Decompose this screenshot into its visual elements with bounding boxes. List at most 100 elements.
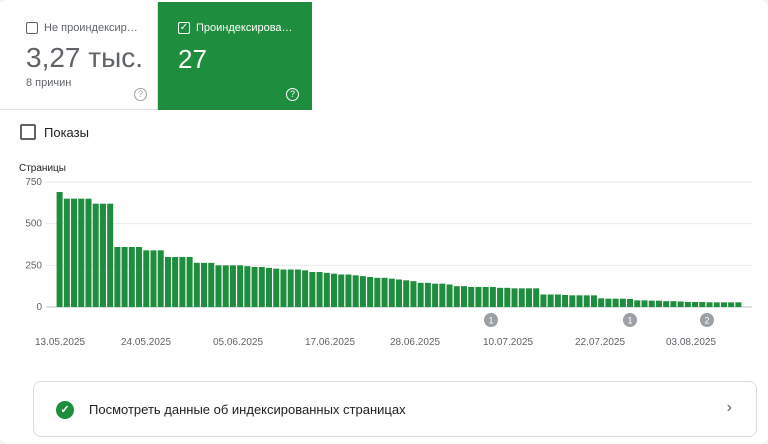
bar — [598, 298, 605, 307]
bar — [590, 295, 597, 307]
y-tick-label: 500 — [25, 219, 42, 230]
bar — [446, 284, 453, 307]
bar — [648, 300, 655, 307]
impressions-checkbox[interactable] — [20, 124, 36, 140]
bar — [222, 265, 229, 307]
help-icon[interactable]: ? — [134, 88, 147, 101]
bar — [63, 198, 70, 307]
bar — [287, 269, 294, 307]
y-tick-label: 0 — [36, 302, 42, 313]
x-tick-label: 10.07.2025 — [483, 337, 533, 348]
bar — [403, 280, 410, 307]
x-tick-label: 28.06.2025 — [390, 337, 440, 348]
bar — [612, 298, 619, 307]
y-tick-labels: 750 500 250 0 — [25, 177, 42, 313]
bar — [56, 192, 63, 307]
index-coverage-card: Не проиндексир… 3,27 тыс. 8 причин ? ✓ П… — [0, 0, 768, 444]
bar — [381, 277, 388, 307]
x-tick-label: 05.06.2025 — [213, 337, 263, 348]
x-tick-label: 03.08.2025 — [666, 337, 716, 348]
bar — [634, 300, 641, 307]
bar — [497, 287, 504, 307]
view-indexed-pages-link[interactable]: ✓ Посмотреть данные об индексированных с… — [33, 381, 757, 437]
bar — [121, 247, 128, 307]
indexed-count: 27 — [178, 44, 207, 74]
bar — [684, 302, 691, 307]
impressions-label: Показы — [44, 124, 89, 140]
bar — [99, 203, 106, 307]
bar — [114, 247, 121, 307]
bar — [540, 294, 547, 307]
bar — [511, 288, 518, 307]
bar — [562, 295, 569, 307]
bar — [504, 287, 511, 307]
bar — [309, 272, 316, 307]
bar — [518, 288, 525, 307]
bar — [367, 277, 374, 307]
bar — [345, 274, 352, 307]
bar — [107, 203, 114, 307]
x-tick-label: 17.06.2025 — [305, 337, 355, 348]
bar — [266, 267, 273, 307]
bar — [432, 283, 439, 307]
bar — [92, 203, 99, 307]
bar — [395, 279, 403, 307]
bar — [251, 267, 258, 307]
bar — [699, 302, 706, 307]
bar — [735, 302, 742, 307]
indexed-pages-tile[interactable]: ✓ Проиндексирова… 27 ? — [158, 2, 312, 110]
bar — [482, 287, 489, 307]
bar — [706, 302, 713, 307]
unindexed-tile-header: Не проиндексир… — [26, 22, 138, 34]
annotation-marker[interactable]: 1 — [623, 313, 637, 327]
bar — [323, 272, 330, 307]
impressions-toggle[interactable]: Показы — [20, 124, 89, 140]
bar — [302, 270, 309, 307]
bar — [201, 262, 208, 307]
bar — [85, 198, 92, 307]
bar — [468, 287, 475, 307]
x-tick-label: 22.07.2025 — [575, 337, 625, 348]
bar — [619, 298, 626, 307]
bar — [655, 300, 662, 307]
view-indexed-pages-label: Посмотреть данные об индексированных стр… — [89, 402, 406, 417]
bar — [713, 302, 720, 307]
annotation-label: 2 — [704, 316, 709, 326]
x-tick-label: 24.05.2025 — [121, 337, 171, 348]
indexed-pages-chart: Страницы 750 500 250 0 13.05.2025 24.05.2025… — [19, 163, 752, 348]
bar — [728, 302, 735, 307]
bar — [352, 275, 359, 307]
bar — [453, 286, 460, 307]
bar — [294, 269, 301, 307]
bar — [677, 301, 684, 307]
unindexed-label: Не проиндексир… — [44, 22, 138, 34]
bar — [280, 269, 287, 307]
bar — [417, 282, 424, 307]
bar — [424, 282, 431, 307]
annotation-marker[interactable]: 2 — [700, 313, 714, 327]
unindexed-pages-tile[interactable]: Не проиндексир… 3,27 тыс. 8 причин ? — [0, 2, 158, 110]
bar — [489, 287, 496, 307]
annotation-marker[interactable]: 1 — [484, 313, 498, 327]
bar — [525, 288, 532, 307]
bars — [56, 192, 742, 307]
bar — [258, 267, 265, 307]
unindexed-checkbox[interactable] — [26, 22, 38, 34]
bar — [157, 250, 164, 307]
x-tick-label: 13.05.2025 — [35, 337, 85, 348]
bar — [576, 295, 583, 307]
bar — [338, 274, 345, 307]
check-circle-icon: ✓ — [56, 401, 74, 419]
unindexed-count: 3,27 тыс. — [26, 42, 144, 73]
bar — [273, 268, 280, 307]
bar — [533, 288, 540, 307]
help-icon[interactable]: ? — [286, 88, 299, 101]
bar — [670, 301, 677, 307]
bar — [143, 250, 150, 307]
bar — [439, 283, 446, 307]
bar — [215, 265, 222, 307]
chevron-right-icon: › — [726, 399, 732, 416]
bar — [359, 276, 366, 307]
bar — [410, 281, 417, 307]
indexed-checkbox[interactable]: ✓ — [178, 22, 190, 34]
